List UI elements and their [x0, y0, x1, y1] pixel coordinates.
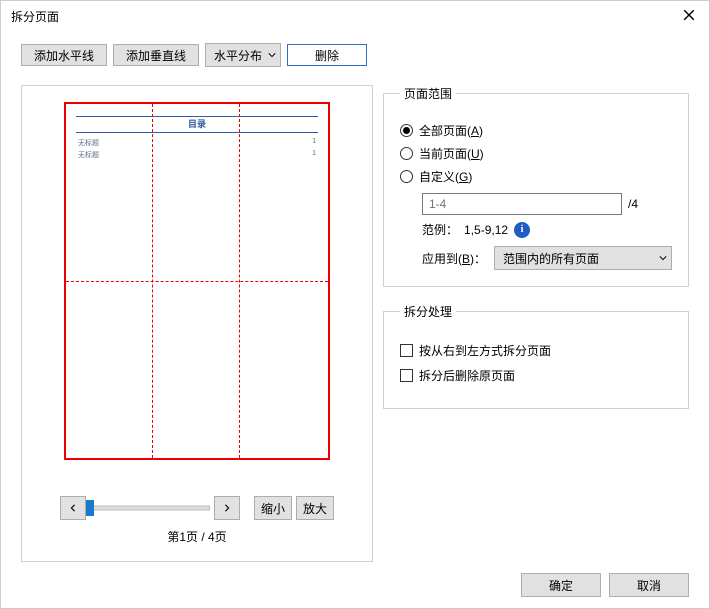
dialog-title: 拆分页面: [11, 8, 59, 25]
example-label: 范例：: [422, 221, 458, 238]
preview-row: 无标题 1: [76, 137, 318, 149]
apply-to-select[interactable]: 范围内的所有页面: [494, 246, 672, 270]
cancel-button[interactable]: 取消: [609, 573, 689, 597]
split-process-legend: 拆分处理: [400, 303, 456, 320]
info-icon[interactable]: i: [514, 222, 530, 238]
custom-range-label[interactable]: 自定义(G): [419, 168, 472, 185]
current-page-label[interactable]: 当前页面(U): [419, 145, 484, 162]
close-button[interactable]: [679, 5, 699, 25]
all-pages-label[interactable]: 全部页面(A): [419, 122, 483, 139]
current-page-radio[interactable]: [400, 147, 413, 160]
add-horizontal-line-button[interactable]: 添加水平线: [21, 44, 107, 66]
close-icon: [683, 9, 695, 21]
slider-track: [90, 506, 210, 511]
chevron-down-icon: [268, 51, 276, 59]
distribute-select-label: 水平分布: [214, 47, 262, 64]
add-vertical-line-button[interactable]: 添加垂直线: [113, 44, 199, 66]
apply-to-value: 范围内的所有页面: [503, 250, 599, 267]
page-indicator: 第1页 / 4页: [38, 528, 356, 545]
horizontal-split-line[interactable]: [66, 281, 328, 282]
page-range-group: 页面范围 全部页面(A) 当前页面(U) 自定义(G): [383, 85, 689, 287]
rtl-split-label[interactable]: 按从右到左方式拆分页面: [419, 342, 551, 359]
page-slider[interactable]: [90, 499, 210, 517]
example-value: 1,5-9,12: [464, 223, 508, 237]
chevron-down-icon: [659, 251, 667, 265]
slider-thumb[interactable]: [86, 500, 94, 516]
page-total-label: /4: [628, 197, 638, 211]
prev-page-button[interactable]: [60, 496, 86, 520]
chevron-right-icon: [223, 504, 231, 512]
rtl-split-checkbox[interactable]: [400, 344, 413, 357]
preview-row: 无标题 1: [76, 149, 318, 161]
zoom-out-button[interactable]: 缩小: [254, 496, 292, 520]
custom-range-radio[interactable]: [400, 170, 413, 183]
delete-after-label[interactable]: 拆分后删除原页面: [419, 367, 515, 384]
page-range-legend: 页面范围: [400, 85, 456, 102]
apply-to-label: 应用到(B)：: [422, 250, 486, 267]
zoom-in-button[interactable]: 放大: [296, 496, 334, 520]
all-pages-radio[interactable]: [400, 124, 413, 137]
split-process-group: 拆分处理 按从右到左方式拆分页面 拆分后删除原页面: [383, 303, 689, 409]
next-page-button[interactable]: [214, 496, 240, 520]
preview-heading: 目录: [76, 116, 318, 133]
delete-button[interactable]: 删除: [287, 44, 367, 66]
page-range-input[interactable]: 1-4: [422, 193, 622, 215]
distribute-select[interactable]: 水平分布: [205, 43, 281, 67]
delete-after-checkbox[interactable]: [400, 369, 413, 382]
chevron-left-icon: [69, 504, 77, 512]
ok-button[interactable]: 确定: [521, 573, 601, 597]
page-preview[interactable]: 目录 无标题 1 无标题 1: [64, 102, 330, 460]
